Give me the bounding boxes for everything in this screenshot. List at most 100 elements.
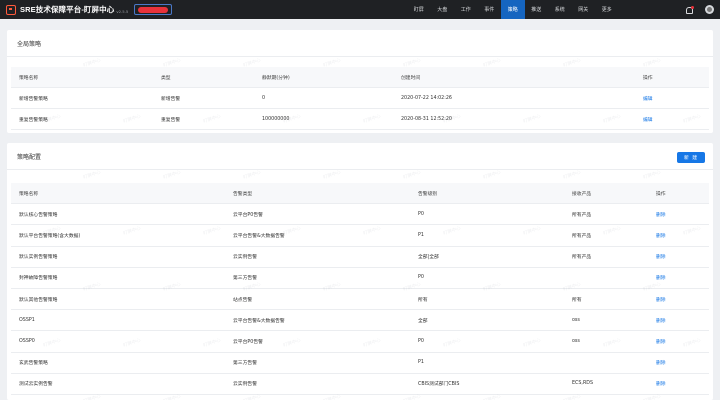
header-actions (685, 0, 714, 19)
table-cell: P1 (418, 232, 424, 238)
column-header: 告警级别 (418, 191, 438, 197)
table-cell: 云实例告警 (233, 255, 257, 261)
column-header: 操作 (643, 75, 653, 81)
row-action-link[interactable]: 删除 (656, 331, 666, 351)
table-cell: P0 (418, 275, 424, 281)
table-cell: 云平台P0告警 (233, 339, 263, 345)
table-row: 默认平台告警策略(含大数据) 云平台告警&大数据告警 P1 所有产品 删除 (11, 225, 709, 247)
table-cell: 所有产品 (572, 212, 592, 218)
column-header: 告警类型 (233, 191, 253, 197)
row-action-link[interactable]: 删除 (656, 204, 666, 224)
nav-item[interactable]: 事件 (478, 0, 502, 19)
table-cell: 所有产品 (572, 233, 592, 239)
global-strategy-table: 策略名称 类型 静默期(分钟) 创建时间 操作新增告警策略 新增告警 0 2020-07-22… (11, 67, 709, 130)
column-header: 静默期(分钟) (262, 75, 290, 81)
nav-item[interactable]: 网关 (572, 0, 596, 19)
table-cell: 默认实例告警策略 (19, 255, 58, 261)
table-cell: 所有 (418, 297, 428, 303)
table-cell: 第三方告警 (233, 276, 257, 282)
strategy-config-table: 策略名称 告警类型 告警级别 接收产品 操作 默认核心告警策略 云平台P0告警 P0 所有产品删… (11, 183, 709, 395)
row-action-link[interactable]: 删除 (656, 247, 666, 267)
row-action-link[interactable]: 删除 (656, 289, 666, 309)
table-cell: 2020-08-31 12:52:20 (401, 116, 452, 122)
table-header-row: 策略名称 告警类型 告警级别 接收产品 操作 (11, 183, 709, 205)
table-row: 默认其他告警策略 站点告警 所有 所有 删除 (11, 289, 709, 311)
table-cell: OSSP1 (19, 317, 35, 323)
app-title: SRE技术保障平台-盯屏中心 (20, 5, 115, 14)
table-row: 玄武告警策略 第三方告警 P1 删除 (11, 353, 709, 374)
strategy-config-title: 策略配置 (17, 153, 42, 161)
column-header: 策略名称 (19, 191, 39, 197)
table-row: 新增告警策略 新增告警 0 2020-07-22 14:02:26 编辑 (11, 88, 709, 109)
nav-item[interactable]: 工作 (454, 0, 478, 19)
table-cell: 第三方告警 (233, 361, 257, 367)
table-cell: 默认平台告警策略(含大数据) (19, 233, 81, 239)
table-cell: 新增告警策略 (19, 96, 48, 102)
new-strategy-button[interactable]: 新 建 (677, 152, 705, 163)
row-action-link[interactable]: 删除 (656, 225, 666, 245)
column-header: 操作 (656, 191, 666, 197)
table-cell: 100000000 (262, 116, 290, 122)
row-action-link[interactable]: 删除 (656, 374, 666, 394)
table-cell: 测试云实例告警 (19, 382, 53, 388)
notification-dot (691, 5, 694, 9)
brand[interactable]: SRE技术保障平台-盯屏中心 v2.5.5 (6, 4, 128, 15)
global-strategy-title: 全局策略 (7, 30, 713, 57)
table-cell: 封神故障告警策略 (19, 276, 58, 282)
nav-item[interactable]: 策略 (501, 0, 525, 19)
logo-icon (6, 4, 16, 15)
table-cell: P0 (418, 211, 424, 217)
row-action-link[interactable]: 编辑 (643, 88, 653, 108)
table-row: 重复告警策略 重复告警 100000000 2020-08-31 12:52:20 编辑 (11, 109, 709, 130)
global-strategy-card: 全局策略 策略名称 类型 静默期(分钟) 创建时间 操作新增告警策略 新增告警 0 2020-… (7, 30, 713, 133)
column-header: 创建时间 (401, 75, 421, 81)
table-row: 测试云实例告警 云实例告警 CBIS测试部门CBIS ECS,RDS 删除 (11, 374, 709, 395)
column-header: 接收产品 (572, 191, 592, 197)
nav-item[interactable]: 大盘 (431, 0, 455, 19)
table-cell: 2020-07-22 14:02:26 (401, 95, 452, 101)
row-action-link[interactable]: 删除 (656, 353, 666, 373)
notification-bell-icon[interactable] (685, 5, 694, 14)
table-cell: P1 (418, 360, 424, 366)
table-row: OSSP1 云平台告警&大数据告警 全部 oss 删除 (11, 310, 709, 332)
nav-item[interactable]: 盯屏 (407, 0, 431, 19)
nav-item[interactable]: 更多 (595, 0, 619, 19)
column-header: 策略名称 (19, 75, 39, 81)
user-avatar[interactable] (705, 5, 714, 14)
table-row: 封神故障告警策略 第三方告警 P0 删除 (11, 268, 709, 289)
table-cell: 默认其他告警策略 (19, 297, 58, 303)
nav-item[interactable]: 系统 (548, 0, 572, 19)
table-row: OSSP0 云平台P0告警 P0 oss 删除 (11, 331, 709, 353)
row-action-link[interactable]: 删除 (656, 268, 666, 288)
table-cell: 所有产品 (572, 255, 592, 261)
table-cell: 所有 (572, 297, 582, 303)
table-cell: 全部 (418, 318, 428, 324)
environment-selector[interactable] (134, 4, 173, 15)
table-header-row: 策略名称 类型 静默期(分钟) 创建时间 操作 (11, 67, 709, 88)
table-cell: CBIS测试部门CBIS (418, 382, 460, 388)
table-cell: 新增告警 (161, 96, 181, 102)
table-cell: 全部|全部 (418, 255, 439, 261)
table-cell: 云平台告警&大数据告警 (233, 233, 285, 239)
strategy-config-card: 策略配置 新 建 策略名称 告警类型 告警级别 接收产品 操作 默认核心告警策略 云平台P0… (7, 143, 713, 400)
redacted-environment-badge (138, 6, 169, 13)
table-cell: oss (572, 317, 580, 323)
table-cell: P0 (418, 338, 424, 344)
column-header: 类型 (161, 75, 171, 81)
table-cell: 默认核心告警策略 (19, 212, 58, 218)
table-cell: oss (572, 338, 580, 344)
table-cell: 云平台P0告警 (233, 212, 263, 218)
table-row: 默认实例告警策略 云实例告警 全部|全部 所有产品 删除 (11, 247, 709, 268)
table-cell: 0 (262, 95, 266, 101)
strategy-config-header: 策略配置 新 建 (7, 143, 713, 170)
table-cell: 重复告警 (161, 117, 181, 123)
row-action-link[interactable]: 删除 (656, 310, 666, 330)
table-cell: OSSP0 (19, 338, 35, 344)
nav-item[interactable]: 推送 (525, 0, 549, 19)
table-cell: 重复告警策略 (19, 117, 48, 123)
table-cell: ECS,RDS (572, 381, 594, 387)
table-cell: 云实例告警 (233, 382, 257, 388)
table-cell: 玄武告警策略 (19, 361, 48, 367)
app-version: v2.5.5 (116, 8, 129, 14)
row-action-link[interactable]: 编辑 (643, 109, 653, 129)
